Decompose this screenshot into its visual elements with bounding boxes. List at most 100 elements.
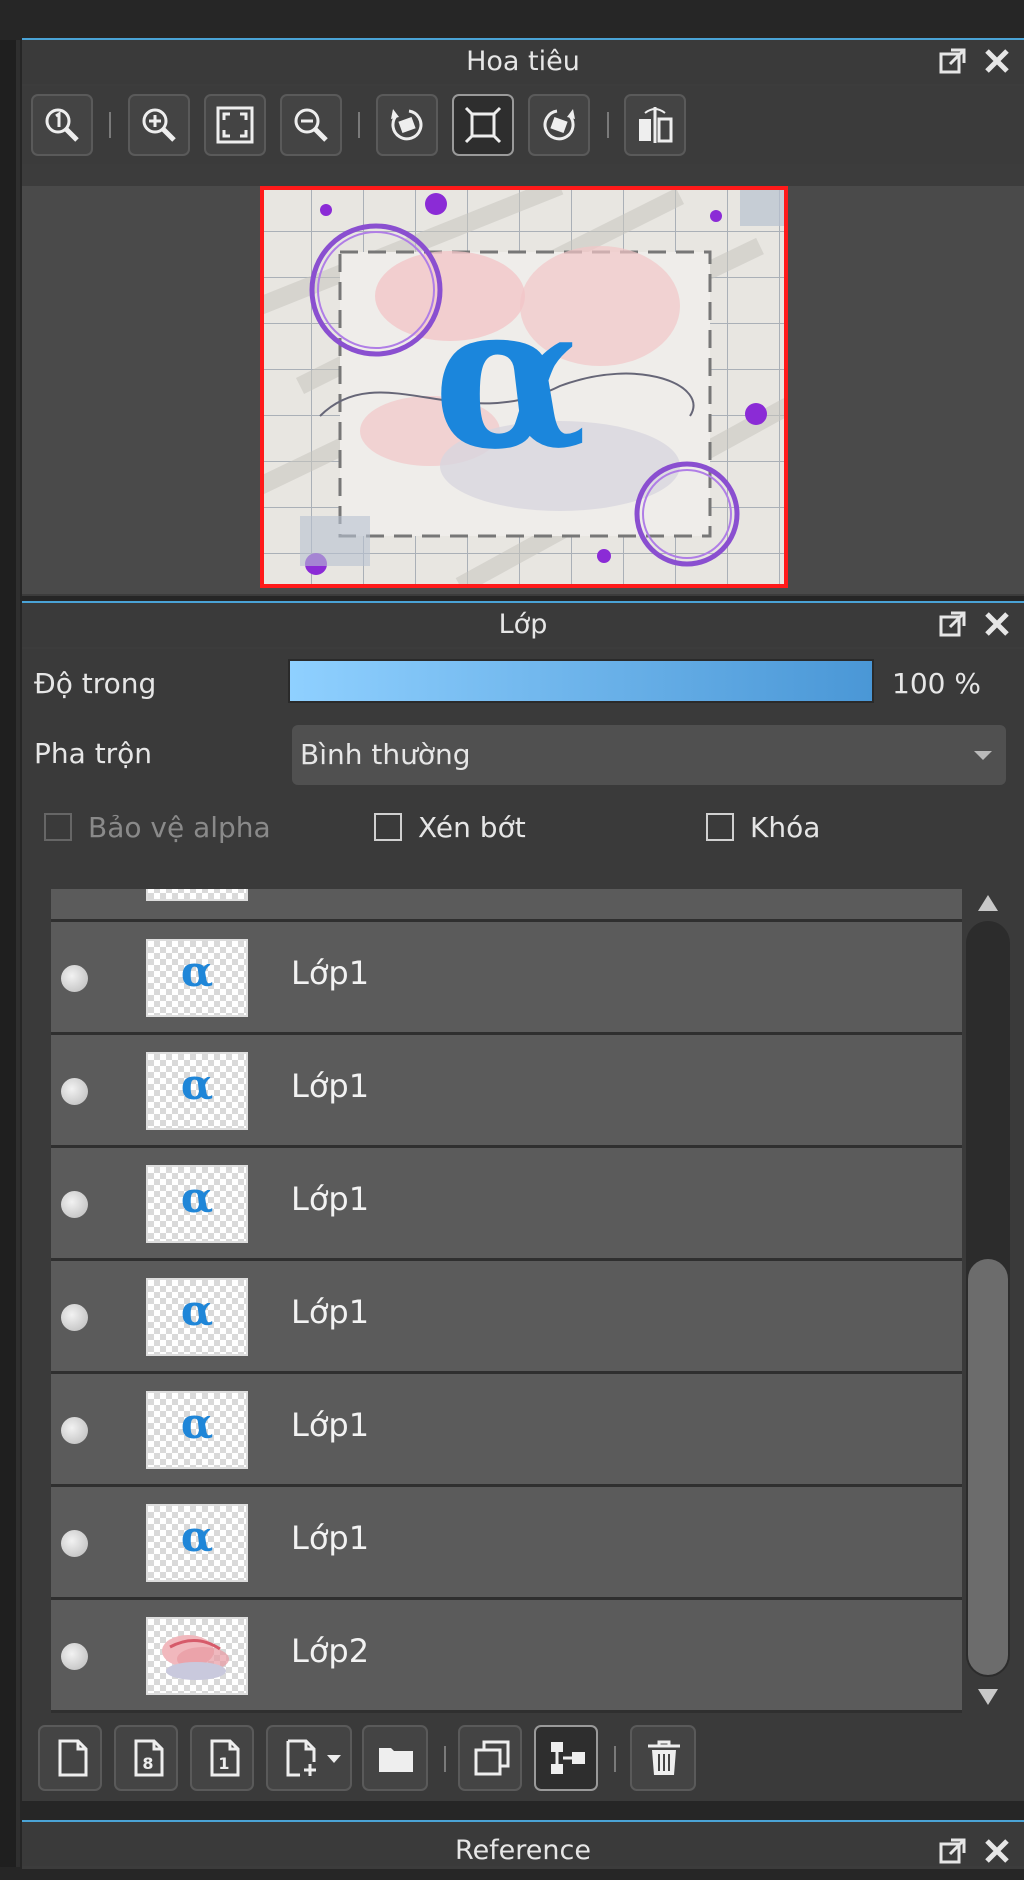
toolbar-separator — [607, 112, 609, 138]
layer-thumbnail-shapes — [146, 1617, 248, 1695]
layer-thumbnail: α — [146, 1165, 248, 1243]
opacity-fill — [290, 661, 872, 701]
close-panel-icon[interactable] — [982, 1836, 1012, 1866]
blend-mode-value: Bình thường — [300, 738, 471, 771]
flip-horizontal-icon — [639, 107, 673, 143]
new-folder-icon — [379, 1748, 413, 1772]
fit-window-icon — [464, 106, 502, 144]
fit-screen-icon — [216, 106, 254, 144]
layer-visibility-toggle[interactable] — [61, 1417, 88, 1444]
shapes-thumbnail-icon — [162, 1635, 229, 1680]
chevron-down-icon — [974, 751, 992, 760]
layer-row[interactable]: α Lớp1 — [51, 1035, 981, 1148]
navigator-panel: Hoa tiêu α — [22, 38, 1024, 596]
fit-screen-button[interactable] — [204, 94, 266, 156]
layer-row[interactable]: α Lớp1 — [51, 922, 981, 1035]
layer-visibility-toggle[interactable] — [61, 1304, 88, 1331]
layer-visibility-toggle[interactable] — [61, 1530, 88, 1557]
scroll-thumb[interactable] — [968, 1259, 1008, 1675]
new-layer-button[interactable] — [38, 1725, 102, 1791]
layer-name: Lớp1 — [291, 954, 370, 992]
scroll-up-icon[interactable] — [976, 893, 1000, 913]
left-edge-strip — [0, 40, 16, 1867]
svg-text:1: 1 — [218, 1754, 229, 1773]
new-folder-button[interactable] — [362, 1725, 428, 1791]
layer-row[interactable]: α Lớp1 — [51, 1148, 981, 1261]
alpha-glyph: α — [180, 947, 214, 996]
svg-text:8: 8 — [142, 1754, 153, 1773]
layer-visibility-toggle[interactable] — [61, 965, 88, 992]
layer-thumbnail: α — [146, 1278, 248, 1356]
opacity-slider[interactable] — [288, 659, 874, 703]
protect-alpha-checkbox[interactable] — [44, 813, 72, 841]
flip-horizontal-button[interactable] — [624, 94, 686, 156]
layer-list-scrollbar[interactable] — [962, 889, 1014, 1713]
close-panel-icon[interactable] — [982, 46, 1012, 76]
layer-visibility-toggle[interactable] — [61, 1191, 88, 1218]
layer-thumbnail: α — [146, 1052, 248, 1130]
blend-mode-label: Pha trộn — [34, 737, 153, 770]
layer-thumbnail — [146, 889, 248, 901]
left-edge-divider — [16, 40, 20, 1867]
layer-row[interactable]: α Lớp1 — [51, 1261, 981, 1374]
zoom-actual-button[interactable] — [31, 94, 93, 156]
layer-row-partial[interactable] — [51, 889, 981, 922]
navigator-view[interactable]: α — [22, 186, 1024, 594]
scroll-down-icon[interactable] — [976, 1687, 1000, 1707]
layer-name: Lớp1 — [291, 1519, 370, 1557]
lock-label: Khóa — [750, 811, 821, 844]
toolbar-separator — [109, 112, 111, 138]
viewport-frame[interactable] — [260, 186, 788, 588]
merge-down-icon — [551, 1742, 585, 1774]
layer-row[interactable]: α Lớp1 — [51, 1487, 981, 1600]
protect-alpha-label: Bảo vệ alpha — [88, 811, 271, 844]
navigator-title: Hoa tiêu — [22, 40, 1024, 84]
rotate-right-icon — [543, 109, 575, 141]
layer-visibility-toggle[interactable] — [61, 1643, 88, 1670]
layer-name: Lớp1 — [291, 1406, 370, 1444]
lock-checkbox[interactable] — [706, 813, 734, 841]
rotate-left-icon — [391, 109, 423, 141]
new-1bit-layer-icon: 1 — [210, 1739, 240, 1777]
layers-title: Lớp — [22, 603, 1024, 647]
add-layer-dropdown-button[interactable] — [266, 1725, 352, 1791]
fit-window-button[interactable] — [452, 94, 514, 156]
toolbar-separator — [614, 1746, 616, 1772]
zoom-out-button[interactable] — [280, 94, 342, 156]
add-layer-dropdown-icon — [286, 1739, 316, 1777]
layer-row[interactable]: α Lớp1 — [51, 1374, 981, 1487]
new-8bit-layer-button[interactable]: 8 — [114, 1725, 178, 1791]
layer-visibility-toggle[interactable] — [61, 1078, 88, 1105]
toolbar-separator — [444, 1746, 446, 1772]
close-panel-icon[interactable] — [982, 609, 1012, 639]
chevron-down-icon — [327, 1755, 341, 1763]
opacity-label: Độ trong — [34, 667, 157, 700]
delete-layer-button[interactable] — [630, 1725, 696, 1791]
layer-list[interactable]: α Lớp1 α Lớp1 α Lớp1 α Lớp1 α Lớp1 α Lớp… — [22, 889, 1024, 1713]
navigator-toolbar — [22, 86, 1024, 164]
layers-panel: Lớp Độ trong 100 % Pha trộn Bình thường … — [22, 601, 1024, 1801]
layer-thumbnail: α — [146, 1504, 248, 1582]
duplicate-layer-button[interactable] — [458, 1725, 522, 1791]
float-panel-icon[interactable] — [938, 1836, 968, 1866]
new-1bit-layer-button[interactable]: 1 — [190, 1725, 254, 1791]
layer-name: Lớp1 — [291, 1293, 370, 1331]
merge-down-button[interactable] — [534, 1725, 598, 1791]
clipping-label: Xén bớt — [418, 811, 526, 844]
blend-mode-select[interactable]: Bình thường — [292, 725, 1006, 785]
zoom-in-button[interactable] — [128, 94, 190, 156]
layer-name: Lớp2 — [291, 1632, 370, 1670]
float-panel-icon[interactable] — [938, 609, 968, 639]
zoom-out-icon — [294, 108, 328, 142]
reference-title: Reference — [22, 1822, 1024, 1866]
float-panel-icon[interactable] — [938, 46, 968, 76]
duplicate-layer-icon — [474, 1740, 510, 1776]
zoom-in-icon — [142, 108, 176, 142]
alpha-glyph: α — [180, 1173, 214, 1222]
layer-row[interactable]: Lớp2 — [51, 1600, 981, 1713]
clipping-checkbox[interactable] — [374, 813, 402, 841]
rotate-left-button[interactable] — [376, 94, 438, 156]
rotate-right-button[interactable] — [528, 94, 590, 156]
new-8bit-layer-icon: 8 — [134, 1739, 164, 1777]
alpha-glyph: α — [180, 1399, 214, 1448]
